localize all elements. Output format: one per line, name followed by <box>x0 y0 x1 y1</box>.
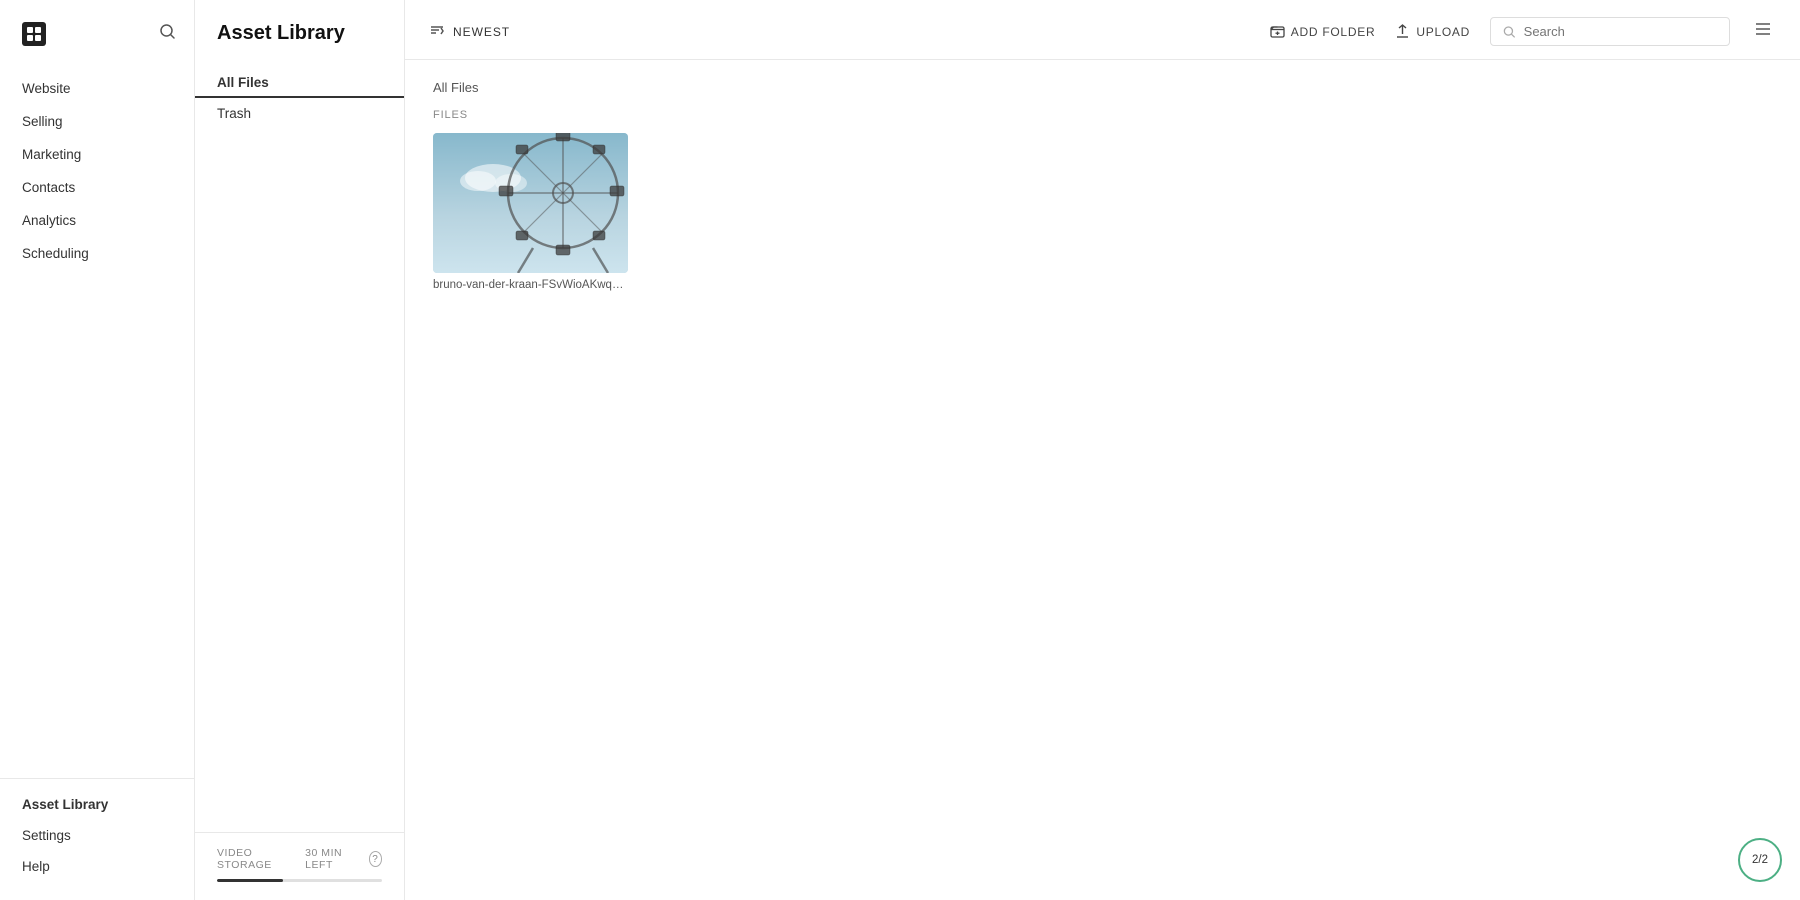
nav-all-files[interactable]: All Files <box>195 67 404 98</box>
sidebar-item-analytics[interactable]: Analytics <box>0 204 194 237</box>
files-grid: bruno-van-der-kraan-FSvWioAKwqU-unsplas.… <box>433 133 1772 291</box>
sort-control[interactable]: NEWEST <box>429 22 510 41</box>
left-sidebar: Website Selling Marketing Contacts Analy… <box>0 0 195 900</box>
sidebar-footer: VIDEO STORAGE 30 MIN LEFT ? <box>195 832 404 900</box>
sidebar-item-settings[interactable]: Settings <box>0 820 194 851</box>
main-nav: Website Selling Marketing Contacts Analy… <box>0 62 194 778</box>
video-storage-fill <box>217 879 283 882</box>
add-folder-label: ADD FOLDER <box>1291 25 1376 39</box>
sidebar-top <box>0 0 194 62</box>
sidebar-item-help[interactable]: Help <box>0 851 194 882</box>
main-body: All Files FILES <box>405 60 1800 900</box>
search-box[interactable] <box>1490 17 1730 46</box>
view-toggle-button[interactable] <box>1750 16 1776 47</box>
sort-icon <box>429 22 445 41</box>
sidebar-item-scheduling[interactable]: Scheduling <box>0 237 194 270</box>
search-box-icon <box>1503 25 1516 39</box>
asset-library-nav: All Files Trash <box>195 63 404 133</box>
storage-help-icon[interactable]: ? <box>369 851 382 867</box>
add-folder-button[interactable]: ADD FOLDER <box>1270 24 1376 39</box>
header-actions: ADD FOLDER UPLOAD <box>1270 16 1776 47</box>
files-section-label: FILES <box>433 109 1772 121</box>
main-content: NEWEST ADD FOLDER UPLOAD <box>405 0 1800 900</box>
search-icon[interactable] <box>159 23 176 45</box>
page-counter-badge[interactable]: 2/2 <box>1738 838 1782 882</box>
file-name: bruno-van-der-kraan-FSvWioAKwqU-unsplas.… <box>433 279 628 291</box>
main-header: NEWEST ADD FOLDER UPLOAD <box>405 0 1800 60</box>
sidebar-item-contacts[interactable]: Contacts <box>0 171 194 204</box>
search-input[interactable] <box>1524 24 1717 39</box>
sidebar-bottom: Asset Library Settings Help <box>0 778 194 900</box>
squarespace-logo[interactable] <box>18 18 50 50</box>
video-storage-label: VIDEO STORAGE 30 MIN LEFT ? <box>217 847 382 871</box>
upload-label: UPLOAD <box>1416 25 1470 39</box>
asset-library-title: Asset Library <box>195 0 404 63</box>
file-card[interactable]: bruno-van-der-kraan-FSvWioAKwqU-unsplas.… <box>433 133 628 291</box>
upload-button[interactable]: UPLOAD <box>1395 24 1470 39</box>
sidebar-item-asset-library[interactable]: Asset Library <box>0 789 194 820</box>
file-thumbnail <box>433 133 628 273</box>
nav-trash[interactable]: Trash <box>195 98 404 129</box>
secondary-sidebar: Asset Library All Files Trash VIDEO STOR… <box>195 0 405 900</box>
sort-label: NEWEST <box>453 25 510 39</box>
sidebar-item-website[interactable]: Website <box>0 72 194 105</box>
video-storage-bar <box>217 879 382 882</box>
sidebar-item-selling[interactable]: Selling <box>0 105 194 138</box>
sidebar-item-marketing[interactable]: Marketing <box>0 138 194 171</box>
breadcrumb: All Files <box>433 80 1772 95</box>
